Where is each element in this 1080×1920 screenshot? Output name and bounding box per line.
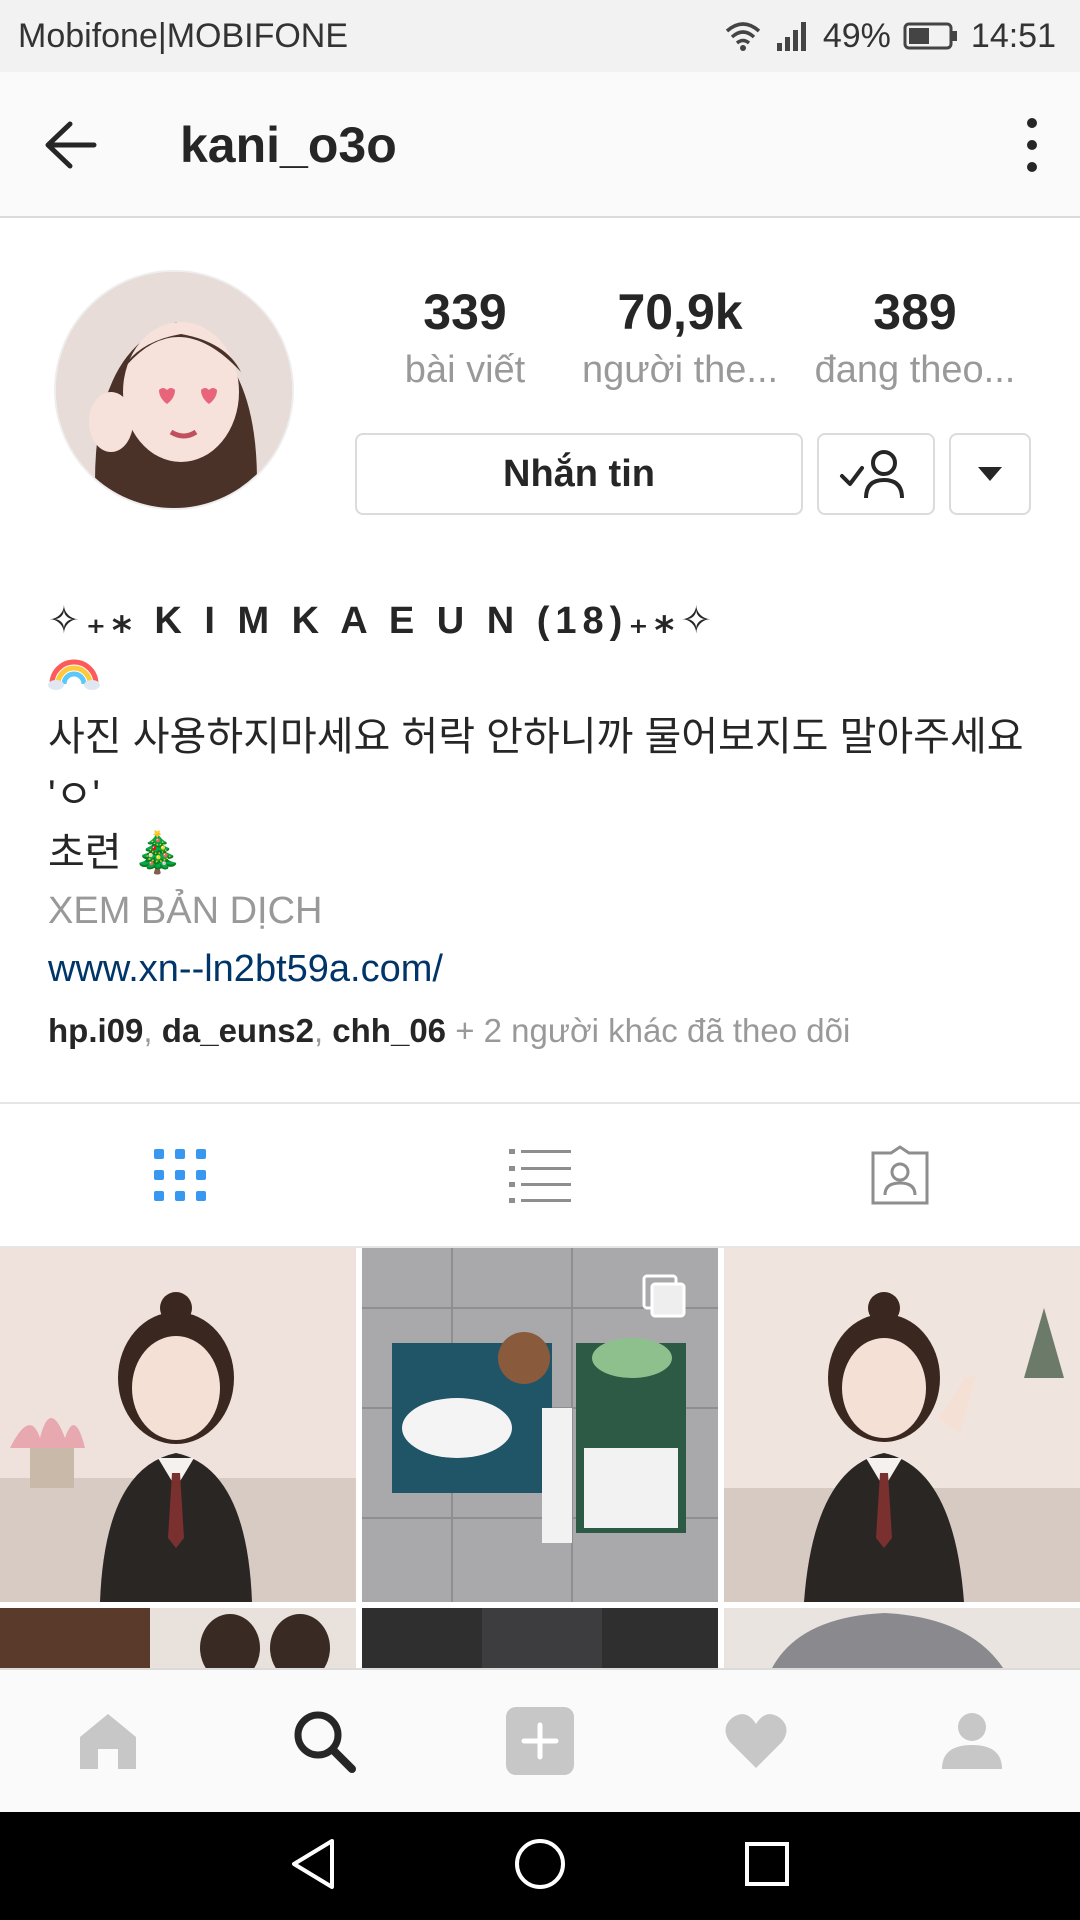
post-photo <box>0 1248 356 1602</box>
user-check-icon <box>840 450 904 499</box>
nav-add-post[interactable] <box>432 1670 648 1812</box>
followed-by-more: + 2 người khác đã theo dõi <box>446 1012 851 1049</box>
profile-stats: 339 bài viết 70,9k người the... 389 đang… <box>370 280 1060 410</box>
avatar-photo <box>56 272 292 508</box>
grid-icon <box>154 1149 206 1201</box>
tab-tagged[interactable] <box>720 1104 1080 1246</box>
posts-count: 339 <box>423 284 507 340</box>
profile-icon <box>942 1713 1002 1769</box>
square-recents-icon <box>745 1841 790 1886</box>
following-label: đang theo... <box>814 349 1016 391</box>
system-navigation-bar <box>0 1812 1080 1920</box>
system-home-button[interactable] <box>513 1837 567 1896</box>
followers-count: 70,9k <box>617 284 743 340</box>
wifi-icon <box>723 19 763 53</box>
post-photo <box>724 1608 1080 1668</box>
following-stat[interactable]: 389 đang theo... <box>800 280 1030 396</box>
page-title: kani_o3o <box>180 117 397 173</box>
followers-stat[interactable]: 70,9k người the... <box>575 280 785 396</box>
bio-name: ✧₊⁎ K I M K A E U N (18)₊⁎✧ <box>48 600 719 642</box>
posts-stat[interactable]: 339 bài viết <box>370 280 560 396</box>
tab-list[interactable] <box>360 1104 720 1246</box>
post-photo <box>724 1248 1080 1602</box>
nav-profile[interactable] <box>864 1670 1080 1812</box>
back-arrow-icon <box>45 121 97 169</box>
bottom-navigation <box>0 1668 1080 1812</box>
status-indicators: 49% 14:51 <box>723 17 1056 56</box>
nav-search[interactable] <box>216 1670 432 1812</box>
battery-icon <box>903 21 959 51</box>
nav-activity[interactable] <box>648 1670 864 1812</box>
back-button[interactable] <box>40 116 104 174</box>
clock: 14:51 <box>970 16 1056 55</box>
message-button[interactable]: Nhắn tin <box>355 433 803 515</box>
avatar[interactable] <box>54 270 294 510</box>
more-vertical-icon <box>1027 118 1037 172</box>
see-translation-link[interactable]: XEM BẢN DỊCH <box>48 882 1048 940</box>
followed-by[interactable]: hp.i09, da_euns2, chh_06 + 2 người khác … <box>48 1006 1048 1056</box>
system-recents-button[interactable] <box>742 1839 792 1894</box>
post-thumbnail[interactable] <box>362 1248 718 1602</box>
home-icon <box>80 1714 136 1769</box>
profile-bio: ✧₊⁎ K I M K A E U N (18)₊⁎✧ 사진 사용하지마세요 허… <box>48 590 1048 1056</box>
tagged-icon <box>871 1145 929 1205</box>
heart-icon <box>725 1714 787 1768</box>
signal-icon <box>775 19 811 53</box>
profile-view-tabs <box>0 1102 1080 1248</box>
more-options-button[interactable] <box>1012 114 1052 176</box>
photo-grid <box>0 1248 1080 1668</box>
battery-percent: 49% <box>822 16 891 55</box>
system-back-button[interactable] <box>288 1837 338 1896</box>
post-photo <box>0 1608 356 1668</box>
followed-by-user[interactable]: da_euns2 <box>162 1012 314 1049</box>
list-icon <box>509 1149 571 1203</box>
circle-home-icon <box>514 1838 565 1889</box>
post-thumbnail[interactable] <box>0 1248 356 1602</box>
post-thumbnail[interactable] <box>362 1608 718 1668</box>
search-icon <box>294 1711 356 1773</box>
post-thumbnail[interactable] <box>0 1608 356 1668</box>
carrier-name: Mobifone|MOBIFONE <box>18 16 349 55</box>
following-toggle-button[interactable] <box>817 433 935 515</box>
post-thumbnail[interactable] <box>724 1608 1080 1668</box>
chevron-down-icon <box>978 467 1002 481</box>
bio-text-2: 초련 🎄 <box>48 831 183 875</box>
followers-label: người the... <box>581 349 779 391</box>
rainbow-icon <box>48 652 1048 708</box>
nav-home[interactable] <box>0 1670 216 1812</box>
website-link[interactable]: www.xn--ln2bt59a.com/ <box>48 940 1048 998</box>
following-count: 389 <box>873 284 957 340</box>
post-thumbnail[interactable] <box>724 1248 1080 1602</box>
suggestions-dropdown-button[interactable] <box>949 433 1031 515</box>
add-post-icon <box>506 1707 574 1775</box>
profile-header: kani_o3o <box>0 72 1080 218</box>
triangle-back-icon <box>291 1838 334 1889</box>
status-bar: Mobifone|MOBIFONE 49% 14:51 <box>0 0 1080 72</box>
followed-by-user[interactable]: hp.i09 <box>48 1012 143 1049</box>
post-photo <box>362 1608 718 1668</box>
post-photo <box>362 1248 718 1602</box>
tab-grid[interactable] <box>0 1104 360 1246</box>
followed-by-user[interactable]: chh_06 <box>332 1012 446 1049</box>
bio-text: 사진 사용하지마세요 허락 안하니까 물어보지도 말아주세요 'ㅇ' <box>48 715 1024 817</box>
posts-label: bài viết <box>404 349 526 391</box>
